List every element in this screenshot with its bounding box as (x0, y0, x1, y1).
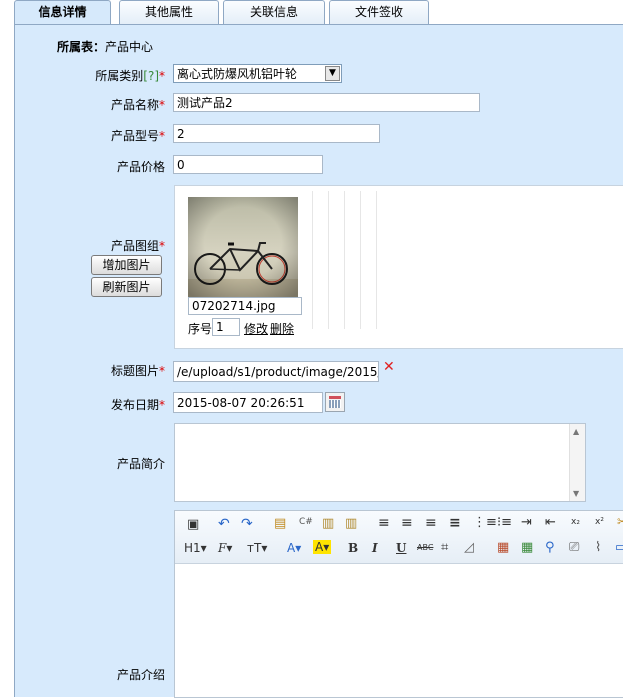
superscript-icon[interactable]: x² (595, 517, 604, 527)
add-image-button[interactable]: 增加图片 (91, 255, 162, 275)
table-icon[interactable]: ⌗ (441, 540, 448, 555)
insert-multi-image-icon[interactable]: ▦ (521, 540, 533, 555)
product-model-input[interactable]: 2 (173, 124, 380, 143)
publish-date-input[interactable]: 2015-08-07 20:26:51 (173, 392, 323, 413)
category-label: 所属类别[?]* (95, 69, 165, 83)
undo-icon[interactable]: ↶ (218, 516, 230, 532)
category-select[interactable]: 离心式防爆风机铝叶轮 ▼ (173, 64, 342, 83)
subscript-icon[interactable]: x₂ (571, 517, 580, 527)
tab-info-detail[interactable]: 信息详情 (14, 0, 111, 25)
calendar-icon[interactable] (325, 392, 345, 412)
gallery-seq-input[interactable]: 1 (212, 318, 240, 336)
document-icon[interactable]: ▤ (274, 516, 286, 531)
eraser-icon[interactable]: ◿ (464, 540, 474, 555)
intro-editor[interactable]: ▣ ↶ ↷ ▤ C# ▥ ▥ ≡ ≡ ≡ ≡ ⋮≡ ⁝≡ ⇥ ⇤ x₂ x² ✂… (174, 510, 623, 698)
preview-icon[interactable]: ▭ (615, 540, 623, 555)
font-size-dropdown[interactable]: ᴛT▾ (247, 541, 267, 555)
chevron-down-icon[interactable]: ▼ (325, 66, 340, 81)
underline-button[interactable]: U (396, 541, 406, 555)
table-value: 产品中心 (105, 40, 154, 54)
table-row: 所属表：产品中心 (57, 38, 153, 55)
insert-media-icon[interactable]: ⎚ (569, 540, 579, 555)
font-family-dropdown[interactable]: F▾ (218, 541, 232, 555)
indent-icon[interactable]: ⇥ (521, 515, 532, 530)
model-label: 产品型号* (110, 129, 165, 143)
product-name-input[interactable]: 测试产品2 (173, 93, 480, 112)
align-center-icon[interactable]: ≡ (401, 515, 413, 531)
align-justify-icon[interactable]: ≡ (449, 515, 461, 531)
category-help-link[interactable]: [?] (143, 69, 159, 83)
intro-label: 产品介绍 (116, 668, 165, 682)
refresh-image-button[interactable]: 刷新图片 (91, 277, 162, 297)
publish-date-label: 发布日期* (110, 398, 165, 412)
table-label: 所属表： (57, 40, 106, 54)
gallery-label: 产品图组* (110, 239, 165, 253)
tab-related-info[interactable]: 关联信息 (223, 0, 325, 24)
bicycle-photo-icon (188, 197, 298, 298)
strikethrough-button[interactable]: ABC (417, 543, 433, 552)
insert-link-icon[interactable]: ⚲ (545, 540, 555, 555)
attachment-icon[interactable]: ⌇ (595, 540, 601, 555)
redo-icon[interactable]: ↷ (241, 516, 253, 532)
tab-other-attributes[interactable]: 其他属性 (119, 0, 219, 24)
editor-toolbar: ▣ ↶ ↷ ▤ C# ▥ ▥ ≡ ≡ ≡ ≡ ⋮≡ ⁝≡ ⇥ ⇤ x₂ x² ✂… (175, 511, 623, 564)
align-right-icon[interactable]: ≡ (425, 515, 437, 531)
heading-dropdown[interactable]: H1▾ (184, 541, 207, 555)
gallery-delete-link[interactable]: 删除 (270, 320, 294, 338)
clear-title-image-icon[interactable]: ✕ (383, 359, 395, 375)
name-label: 产品名称* (110, 98, 165, 112)
gallery-filename-input[interactable]: 07202714.jpg (188, 297, 302, 315)
tab-file-signoff[interactable]: 文件签收 (329, 0, 429, 24)
left-margin (0, 514, 14, 696)
gallery-thumbnail[interactable] (188, 197, 298, 298)
align-left-icon[interactable]: ≡ (378, 515, 390, 531)
title-image-label: 标题图片* (110, 364, 165, 378)
highlight-color-dropdown[interactable]: A▾ (313, 540, 332, 554)
price-label: 产品价格 (116, 160, 165, 174)
font-color-dropdown[interactable]: A▾ (287, 541, 301, 555)
insert-image-icon[interactable]: ▦ (497, 540, 509, 555)
code-icon[interactable]: C# (299, 517, 313, 527)
tab-bar: 信息详情 其他属性 关联信息 文件签收 (0, 0, 623, 25)
outdent-icon[interactable]: ⇤ (545, 515, 556, 530)
summary-scrollbar[interactable]: ▲ ▼ (569, 424, 585, 501)
product-price-input[interactable]: 0 (173, 155, 323, 174)
summary-textarea[interactable]: ▲ ▼ (174, 423, 586, 502)
italic-button[interactable]: I (372, 541, 378, 555)
gallery-item-controls: 序号 (188, 322, 213, 336)
paste-icon[interactable]: ▥ (322, 516, 334, 531)
bold-button[interactable]: B (348, 541, 358, 555)
source-icon[interactable]: ▣ (187, 517, 199, 532)
paste-word-icon[interactable]: ▥ (345, 516, 357, 531)
unordered-list-icon[interactable]: ⁝≡ (497, 515, 512, 530)
summary-label: 产品简介 (116, 457, 165, 471)
clear-format-icon[interactable]: ✂ (617, 515, 623, 530)
gallery-edit-link[interactable]: 修改 (244, 320, 268, 338)
ordered-list-icon[interactable]: ⋮≡ (473, 515, 497, 530)
title-image-input[interactable]: /e/upload/s1/product/image/2015/0 (173, 361, 379, 382)
